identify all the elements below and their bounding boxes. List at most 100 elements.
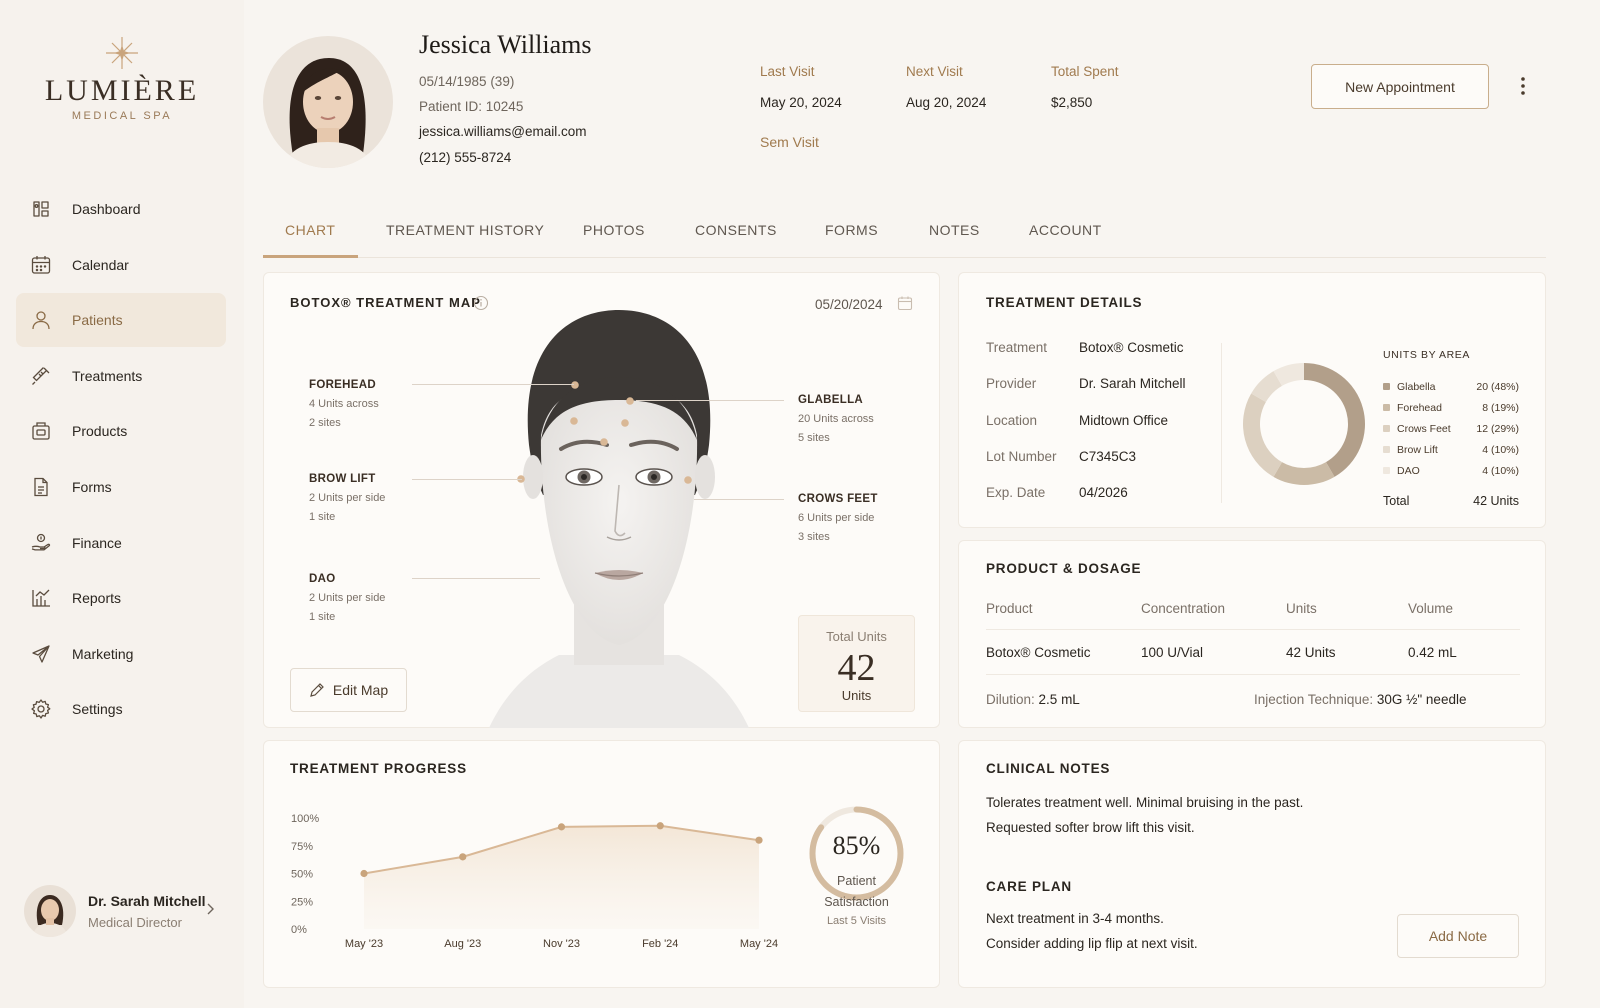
patient-dob: 05/14/1985 (39)	[419, 74, 515, 89]
sidebar-item-label: Settings	[72, 701, 123, 718]
note-line: Requested softer brow lift this visit.	[986, 820, 1195, 835]
legend-label: DAO	[1397, 465, 1420, 477]
leader-line	[412, 479, 522, 480]
tab-chart[interactable]: CHART	[285, 222, 335, 238]
injection-point	[626, 397, 634, 405]
injection-point	[571, 381, 579, 389]
syringe-icon	[30, 365, 52, 387]
tab-forms[interactable]: FORMS	[825, 222, 878, 238]
legend-swatch	[1383, 467, 1390, 474]
sidebar-item-dashboard[interactable]: Dashboard	[16, 182, 226, 236]
sidebar-item-products[interactable]: Products	[16, 404, 226, 458]
sidebar-item-label: Reports	[72, 590, 122, 607]
sidebar-item-reports[interactable]: Reports	[16, 571, 226, 625]
treatment-details-title: TREATMENT DETAILS	[986, 295, 1143, 310]
tab-consents[interactable]: CONSENTS	[695, 222, 777, 238]
area-brow-lift[interactable]: BROW LIFT 2 Units per side 1 site	[309, 473, 385, 523]
detail-label: Provider	[986, 376, 1037, 391]
x-tick-label: May '24	[740, 938, 778, 950]
tab-photos[interactable]: PHOTOS	[583, 222, 645, 238]
table-cell: Botox® Cosmetic	[986, 645, 1091, 660]
more-options-icon[interactable]	[1513, 74, 1533, 98]
sidebar-item-settings[interactable]: Settings	[16, 682, 226, 736]
area-sites: 1 site	[309, 611, 336, 623]
leader-line	[636, 400, 784, 401]
table-header: Volume	[1408, 601, 1454, 616]
legend-label: Brow Lift	[1397, 444, 1438, 456]
area-name: GLABELLA	[798, 394, 864, 406]
table-cell: 42 Units	[1286, 645, 1336, 660]
visit-link[interactable]: Sem Visit	[760, 134, 819, 150]
patient-name: Jessica Williams	[419, 30, 592, 59]
dilution-label: Dilution:	[986, 692, 1035, 707]
current-user-card[interactable]: Dr. Sarah Mitchell Medical Director	[24, 884, 224, 938]
satisfaction-period: Last 5 Visits	[826, 915, 887, 927]
sidebar-item-label: Calendar	[72, 256, 129, 273]
legend-value: 4 (10%)	[1482, 465, 1519, 477]
area-name: BROW LIFT	[309, 473, 376, 485]
patient-id: Patient ID: 10245	[419, 99, 524, 114]
area-sites: 2 sites	[309, 417, 341, 429]
x-tick-label: Aug '23	[444, 938, 481, 950]
sidebar-item-forms[interactable]: Forms	[16, 460, 226, 514]
area-glabella[interactable]: GLABELLA 20 Units across 5 sites	[798, 394, 874, 444]
legend-swatch	[1383, 404, 1390, 411]
product-dosage-card: PRODUCT & DOSAGE Product Concentration U…	[958, 540, 1546, 728]
patient-email[interactable]: jessica.williams@email.com	[419, 124, 586, 139]
brand-logo[interactable]: LUMIÈRE MEDICAL SPA	[0, 36, 244, 122]
divider	[986, 674, 1520, 675]
new-appointment-button[interactable]: New Appointment	[1311, 64, 1489, 109]
y-tick-label: 75%	[291, 841, 313, 853]
area-dao[interactable]: DAO 2 Units per side 1 site	[309, 573, 385, 623]
tab-treatment-history[interactable]: TREATMENT HISTORY	[386, 222, 544, 238]
sidebar-item-patients[interactable]: Patients	[16, 293, 226, 348]
donut-slice	[1304, 363, 1365, 477]
divider	[1221, 343, 1222, 503]
sidebar-item-calendar[interactable]: Calendar	[16, 238, 226, 292]
dilution-value: 2.5 mL	[1038, 692, 1080, 707]
area-sites: 5 sites	[798, 432, 830, 444]
injection-point	[600, 438, 608, 446]
data-point	[557, 823, 566, 831]
note-line: Tolerates treatment well. Minimal bruisi…	[986, 795, 1304, 810]
area-sites: 3 sites	[798, 531, 830, 543]
legend-swatch	[1383, 425, 1390, 432]
sidebar-item-label: Marketing	[72, 645, 134, 662]
treatment-map-card: BOTOX® TREATMENT MAP 05/20/2024 FOREHEAD…	[263, 272, 940, 728]
sidebar-item-finance[interactable]: Finance	[16, 516, 226, 570]
table-cell: 0.42 mL	[1408, 645, 1457, 660]
legend-value: 20 (48%)	[1476, 381, 1519, 393]
sidebar-item-label: Dashboard	[72, 201, 141, 217]
sidebar-item-treatments[interactable]: Treatments	[16, 349, 226, 403]
data-point	[459, 853, 467, 861]
edit-map-button[interactable]: Edit Map	[290, 668, 407, 712]
area-name: CROWS FEET	[798, 493, 878, 505]
area-crows-feet[interactable]: CROWS FEET 6 Units per side 3 sites	[798, 493, 878, 543]
total-units-label: Total Units	[826, 629, 887, 644]
legend-total-label: Total	[1383, 494, 1410, 508]
satisfaction-value: 85%	[832, 831, 881, 860]
donut-slice	[1243, 393, 1282, 477]
legend-label: Forehead	[1397, 402, 1442, 414]
stat-value: Aug 20, 2024	[906, 95, 987, 110]
sidebar: LUMIÈRE MEDICAL SPA Dashboard Calendar P…	[0, 0, 244, 1008]
detail-value: Botox® Cosmetic	[1079, 340, 1184, 355]
legend-value: 4 (10%)	[1482, 444, 1519, 456]
injection-point	[570, 417, 578, 425]
patient-phone[interactable]: (212) 555-8724	[419, 150, 511, 165]
table-header: Units	[1286, 601, 1317, 616]
tab-account[interactable]: ACCOUNT	[1029, 222, 1102, 238]
area-forehead[interactable]: FOREHEAD 4 Units across 2 sites	[309, 379, 379, 429]
table-cell: 100 U/Vial	[1141, 645, 1204, 660]
y-tick-label: 25%	[291, 896, 313, 908]
megaphone-icon	[30, 643, 52, 665]
add-note-button[interactable]: Add Note	[1397, 914, 1519, 958]
x-tick-label: Nov '23	[543, 938, 580, 950]
sidebar-item-label: Forms	[72, 478, 112, 495]
care-plan-line: Next treatment in 3-4 months.	[986, 911, 1164, 926]
sidebar-item-marketing[interactable]: Marketing	[16, 627, 226, 681]
tab-notes[interactable]: NOTES	[929, 222, 980, 238]
technique-label: Injection Technique:	[1254, 692, 1374, 707]
stat-label: Next Visit	[906, 64, 963, 79]
pencil-icon	[310, 683, 324, 697]
